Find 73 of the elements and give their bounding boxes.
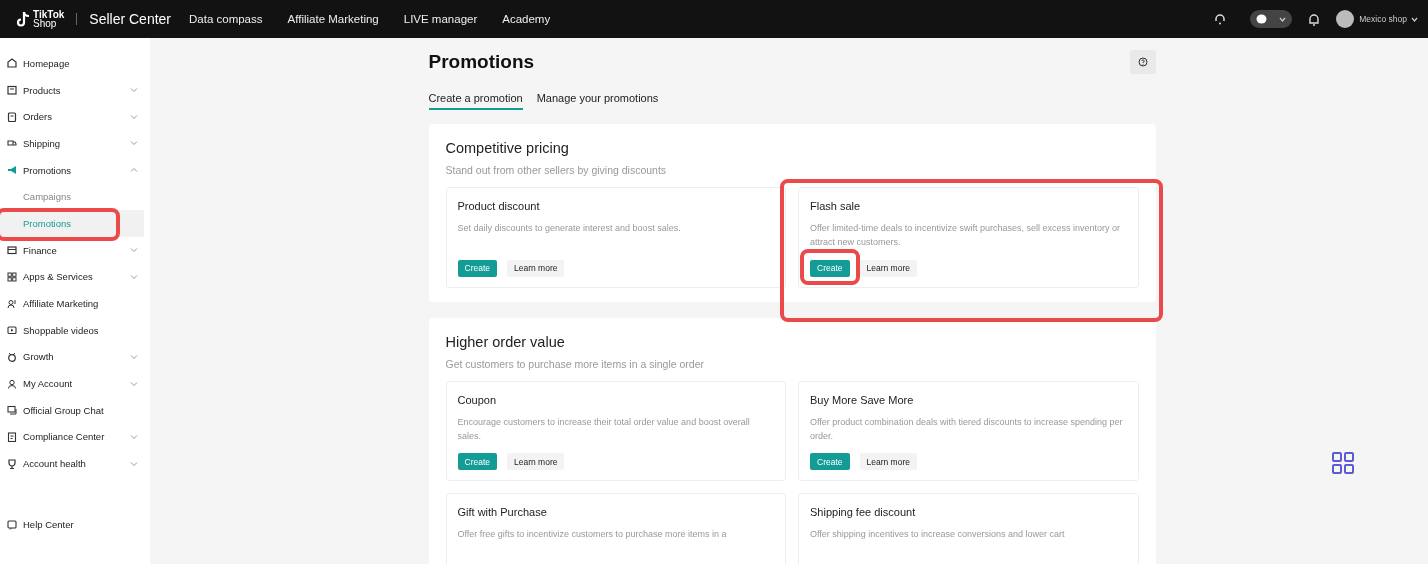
- card-description: Offer free gifts to incentivize customers to purchase more items in a: [457, 528, 728, 541]
- tab[interactable]: Manage your promotions: [536, 92, 659, 110]
- logo-text: TikTok: [33, 10, 65, 19]
- caret-icon: [1411, 16, 1418, 22]
- menu-item-icon: [7, 138, 17, 149]
- page-title: Promotions: [428, 51, 535, 73]
- sidebar-item[interactable]: Orders: [0, 103, 150, 131]
- avatar[interactable]: [1336, 10, 1355, 28]
- sidebar-subitem[interactable]: Campaigns: [0, 183, 144, 211]
- section-title: Competitive pricing: [445, 140, 570, 156]
- sidebar-item[interactable]: My Account: [0, 370, 150, 397]
- card-title: Gift with Purchase: [457, 506, 548, 518]
- bell-icon: [1308, 12, 1321, 26]
- sidebar-item[interactable]: Growth: [0, 343, 150, 371]
- card-description: Offer shipping incentives to increase conversions and lower cart: [810, 528, 1066, 541]
- sidebar-item[interactable]: Homepage: [0, 50, 150, 77]
- help-button[interactable]: [1129, 50, 1156, 74]
- menu-item-icon: [7, 298, 17, 309]
- sidebar-item[interactable]: Compliance Center: [0, 423, 150, 451]
- help-icon: [7, 519, 17, 530]
- card-description: Offer limited-time deals to incentivize swift purchases, sell excess inventory or attract new customers.: [810, 222, 1121, 249]
- section-subtitle: Get customers to purchase more items in a single order: [445, 357, 706, 370]
- menu-item-icon: [7, 458, 17, 469]
- card-description: Offer product combination deals with tiered discounts to increase spending per order.: [810, 415, 1124, 443]
- menu-item-icon: [7, 245, 17, 256]
- learn-more-button[interactable]: Learn more: [507, 453, 565, 470]
- menu-item-icon: [7, 165, 17, 176]
- card-title: Shipping fee discount: [810, 506, 917, 518]
- menu-item-icon: [7, 271, 17, 282]
- product-name: Seller Center: [89, 11, 171, 27]
- menu-item-icon: [7, 58, 17, 69]
- help-icon: [1137, 57, 1148, 67]
- nav-link[interactable]: Affiliate Marketing: [287, 13, 379, 25]
- grid-icon[interactable]: [1332, 452, 1354, 474]
- card-title: Coupon: [457, 393, 498, 406]
- chat-icon: [1256, 14, 1268, 24]
- headset-icon: [1214, 13, 1227, 25]
- sidebar-item[interactable]: Help Center: [0, 511, 150, 538]
- account-name[interactable]: Mexico shop: [1359, 14, 1407, 24]
- nav-link[interactable]: LIVE manager: [403, 13, 478, 25]
- menu-item-icon: [7, 351, 17, 362]
- sidebar-item[interactable]: Apps & Services: [0, 263, 150, 291]
- sidebar-item[interactable]: Account health: [0, 450, 150, 477]
- card-title: Buy More Save More: [810, 393, 915, 406]
- note-icon: [16, 10, 30, 28]
- nav-link[interactable]: Data compass: [189, 13, 263, 25]
- card-description: Encourage customers to increase their total order value and boost overall sales.: [457, 415, 751, 443]
- learn-more-button[interactable]: Learn more: [859, 453, 917, 470]
- learn-more-button[interactable]: Learn more: [507, 259, 565, 277]
- caret-icon: [1279, 16, 1287, 22]
- menu-item-icon: [7, 431, 17, 442]
- menu-item-icon: [7, 85, 17, 96]
- menu-item-icon: [7, 111, 17, 122]
- sidebar-item[interactable]: Shoppable videos: [0, 316, 150, 344]
- tab[interactable]: Create a promotion: [428, 92, 523, 110]
- section-subtitle: Stand out from other sellers by giving discounts: [445, 164, 668, 176]
- nav-link[interactable]: Academy: [502, 13, 551, 25]
- card-title: Product discount: [457, 200, 541, 212]
- sidebar-item[interactable]: Finance: [0, 236, 150, 264]
- chat-menu-button[interactable]: [1250, 10, 1293, 28]
- learn-more-button[interactable]: Learn more: [859, 259, 917, 277]
- menu-item-icon: [7, 325, 17, 336]
- sidebar-item[interactable]: Shipping: [0, 130, 150, 157]
- sidebar-item[interactable]: Products: [0, 76, 150, 104]
- menu-item-icon: [7, 405, 17, 416]
- card-description: Set daily discounts to generate interest and boost sales.: [457, 222, 682, 235]
- sidebar-item[interactable]: Promotions: [0, 156, 150, 184]
- sidebar-item[interactable]: Official Group Chat: [0, 396, 150, 424]
- sidebar-item[interactable]: Affiliate Marketing: [0, 290, 150, 317]
- section-title: Higher order value: [445, 333, 566, 350]
- logo-text: Shop: [33, 19, 57, 28]
- card-title: Flash sale: [810, 200, 862, 212]
- menu-item-icon: [7, 378, 17, 389]
